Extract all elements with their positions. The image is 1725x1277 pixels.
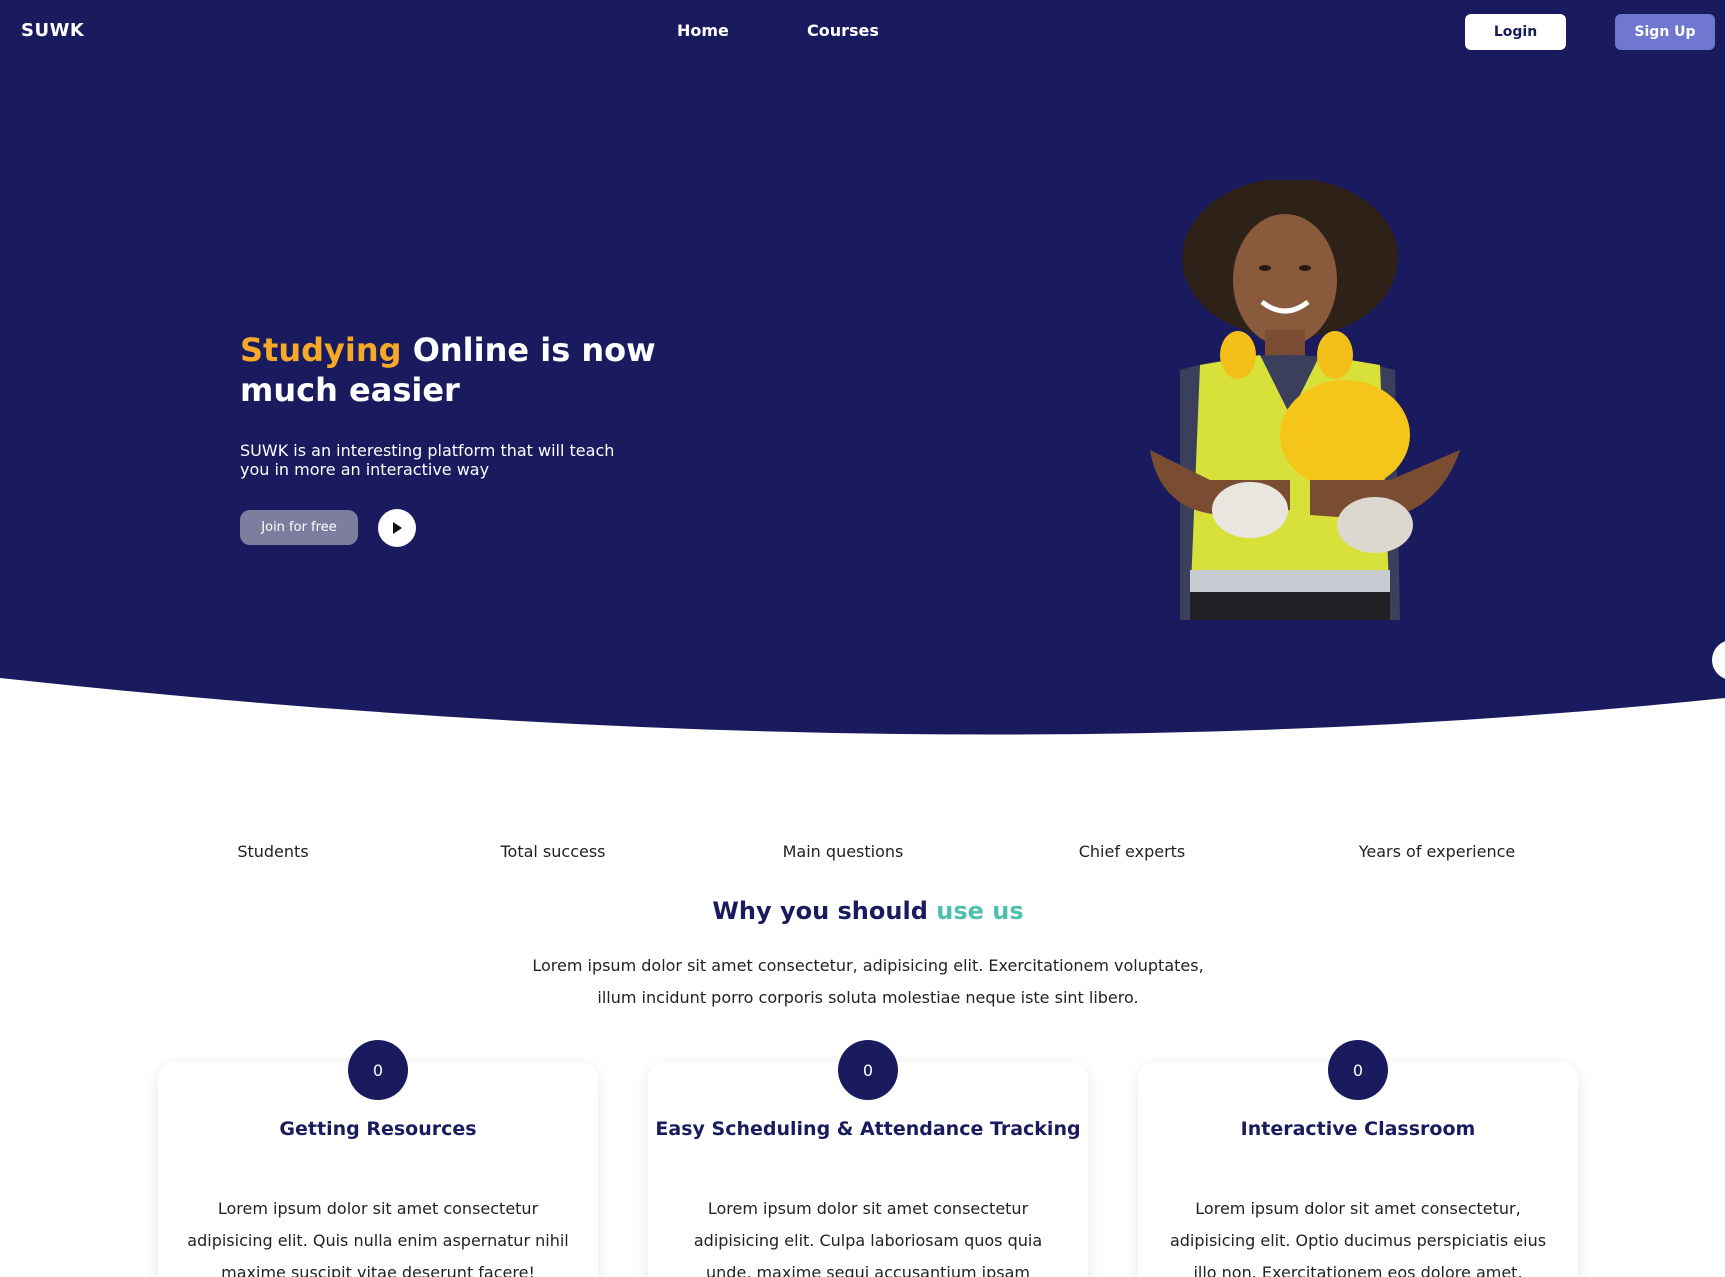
feature-text: Lorem ipsum dolor sit amet consectetur a… [693,1199,1043,1277]
why-title-main: Why you should [712,897,937,925]
play-icon [393,522,402,534]
join-for-free-button[interactable]: Join for free [240,510,358,545]
why-title-accent: use us [936,897,1024,925]
login-button[interactable]: Login [1465,14,1566,50]
stat-main-questions: Main questions [782,842,904,861]
feature-title: Easy Scheduling & Attendance Tracking [655,1118,1081,1140]
hero-title-accent: Studying [240,331,402,369]
feature-title: Interactive Classroom [1240,1118,1476,1140]
stat-students: Students [237,842,309,861]
hero-subtitle: SUWK is an interesting platform that wil… [240,441,615,479]
nav-home[interactable]: Home [677,21,729,40]
feature-text: Lorem ipsum dolor sit amet consectetur a… [187,1199,569,1277]
hero-person-image [1150,180,1460,620]
play-video-button[interactable] [378,509,416,547]
stat-total-success: Total success [500,842,606,861]
feature-card-scheduling: 0 Easy Scheduling & Attendance Tracking … [648,1040,1088,1277]
why-title: Why you should use us [0,897,1725,925]
nav-courses[interactable]: Courses [807,21,879,40]
stat-years-experience: Years of experience [1358,842,1516,861]
feature-card-resources: 0 Getting Resources Lorem ipsum dolor si… [158,1040,598,1277]
logo[interactable]: SUWK [21,20,84,41]
hero-title: Studying Online is now much easier [240,330,680,410]
signup-button[interactable]: Sign Up [1615,14,1715,50]
feature-badge: 0 [1328,1040,1388,1100]
hero-section: SUWK Home Courses Login Sign Up Studying… [0,0,1725,760]
feature-badge: 0 [838,1040,898,1100]
feature-card-classroom: 0 Interactive Classroom Lorem ipsum dolo… [1138,1040,1578,1277]
why-description: Lorem ipsum dolor sit amet consectetur, … [532,956,1204,1007]
stat-chief-experts: Chief experts [1078,842,1186,861]
feature-title: Getting Resources [279,1118,477,1140]
feature-text: Lorem ipsum dolor sit amet consectetur, … [1169,1199,1547,1277]
feature-badge: 0 [348,1040,408,1100]
